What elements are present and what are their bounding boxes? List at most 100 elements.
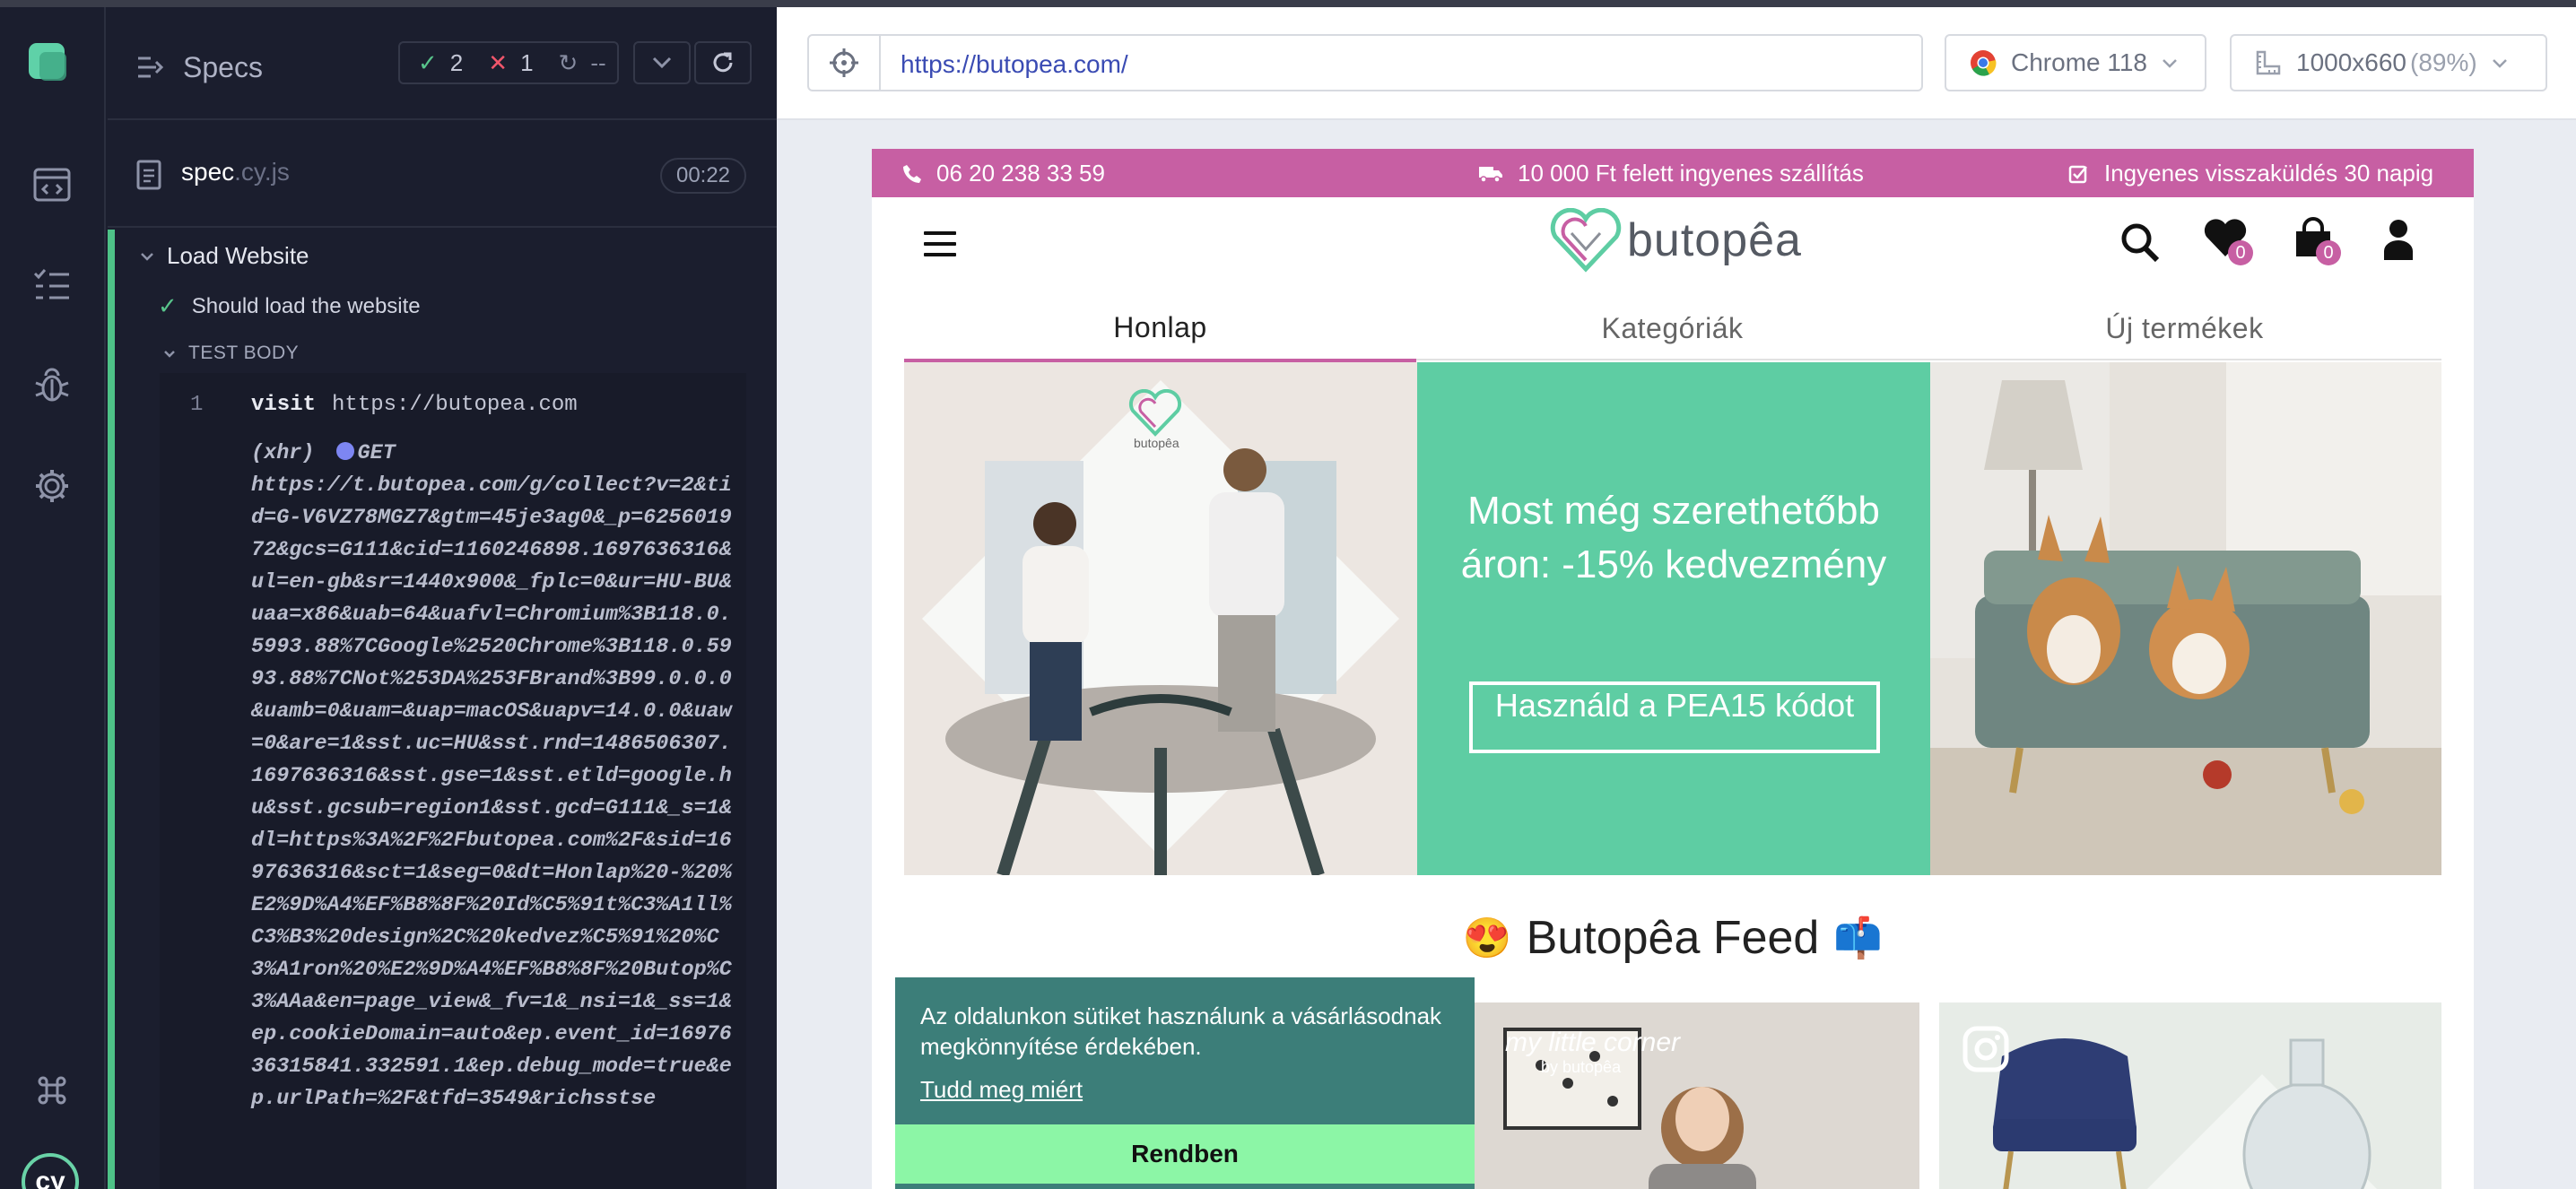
hero-couple-image[interactable]: butopêa	[904, 362, 1417, 875]
hero-title: Most még szerethetőbb áron: -15% kedvezm…	[1460, 489, 1887, 586]
feed-card-subtitle: by butopêa	[1541, 1058, 1622, 1076]
test-pass-check-icon: ✓	[158, 292, 178, 319]
feed-card-my-little-corner[interactable]: my little corner by butopêa	[1469, 1002, 1919, 1189]
app-logo-icon[interactable]	[29, 43, 66, 81]
cart-bag-icon[interactable]: 0	[2291, 217, 2341, 265]
promo-bar: 06 20 238 33 59 10 000 Ft felett ingyene…	[872, 149, 2474, 197]
command-name: visit	[251, 393, 317, 417]
pending-count: --	[590, 48, 606, 76]
hero-promo-panel: Most még szerethetőbb áron: -15% kedvezm…	[1417, 362, 1930, 875]
test-body-toggle[interactable]: TEST BODY	[163, 343, 299, 364]
visit-command[interactable]: visit https://butopea.com	[251, 393, 578, 417]
app-preview: https://butopea.com/ Chrome 118 1000x660…	[777, 7, 2576, 1189]
window-top-border	[0, 0, 2576, 7]
refresh-icon	[713, 52, 733, 73]
tab-kategoriak[interactable]: Kategóriák	[1416, 296, 1928, 360]
chevron-down-icon	[652, 56, 672, 69]
promo-returns-text: Ingyenes visszaküldés 30 napig	[2104, 160, 2434, 187]
viewport-size: 1000x660	[2296, 48, 2407, 76]
pending-spinner-icon: ↻	[558, 48, 579, 76]
xhr-log-entry[interactable]: (xhr) GET https://t.butopea.com/g/collect…	[251, 438, 735, 1115]
promo-phone-text: 06 20 238 33 59	[936, 160, 1105, 187]
cookie-learn-more-link[interactable]: Tudd meg miért	[920, 1076, 1083, 1104]
keyboard-shortcuts-icon[interactable]	[27, 1065, 77, 1115]
hero-logo-icon	[1128, 389, 1182, 437]
cookie-text: Az oldalunkon sütiket használunk a vásár…	[920, 1002, 1442, 1060]
command-log: 1 visit https://butopea.com (xhr) GET http…	[160, 373, 746, 1189]
command-arg: https://butopea.com	[332, 393, 578, 417]
url-text: https://butopea.com/	[901, 50, 1128, 78]
preview-toolbar: https://butopea.com/ Chrome 118 1000x660…	[777, 7, 2576, 120]
spec-file-ext: .cy.js	[234, 158, 290, 186]
collapse-button[interactable]	[633, 41, 691, 84]
site-logo[interactable]: butopêa	[1550, 208, 1802, 273]
feed-card-chair[interactable]	[1939, 1002, 2441, 1189]
command-line-number: 1	[190, 393, 204, 417]
chevron-down-icon	[2163, 58, 2177, 68]
specs-title-label: Specs	[183, 50, 263, 83]
cookie-banner: Az oldalunkon sütiket használunk a vásár…	[895, 977, 1475, 1189]
brand-name: butopêa	[1627, 214, 1802, 266]
cookie-accept-button[interactable]: Rendben	[895, 1124, 1475, 1184]
test-row[interactable]: ✓ Should load the website	[158, 292, 421, 320]
heart-eyes-emoji-icon: 😍	[1462, 916, 1512, 960]
test-body-label: TEST BODY	[188, 343, 300, 363]
specs-list-icon[interactable]	[27, 260, 77, 310]
debug-bug-icon[interactable]	[27, 360, 77, 411]
url-field[interactable]: https://butopea.com/	[807, 34, 1923, 91]
viewport-selector[interactable]: 1000x660 (89%)	[2230, 34, 2547, 91]
tab-honlap[interactable]: Honlap	[904, 296, 1416, 362]
heart-logo-icon	[1550, 208, 1622, 273]
selector-playground-button[interactable]	[809, 36, 881, 90]
wishlist-heart-icon[interactable]: 0	[2203, 217, 2253, 265]
suite-title: Load Website	[167, 242, 309, 269]
tab-uj-termekek[interactable]: Új termékek	[1928, 296, 2441, 360]
test-results: Load Website ✓ Should load the website T…	[108, 230, 777, 1189]
hamburger-menu-icon[interactable]	[924, 231, 956, 256]
passed-count: 2	[449, 48, 464, 76]
account-user-icon[interactable]	[2379, 217, 2424, 265]
site-header: butopêa 0 0	[872, 197, 2474, 296]
truck-icon	[1479, 166, 1502, 183]
feed-heading: 😍 Butopêa Feed 📫	[872, 911, 2474, 965]
browser-selector[interactable]: Chrome 118	[1945, 34, 2206, 91]
promo-returns: Ingyenes visszaküldés 30 napig	[2068, 160, 2433, 187]
xhr-method: GET	[357, 441, 396, 465]
feed-card-title: my little corner	[1505, 1028, 1681, 1057]
hero-banner: butopêa Most még szerethetőbb áron: -15%…	[904, 362, 2441, 875]
browser-icon[interactable]	[27, 160, 77, 210]
website-viewport: 06 20 238 33 59 10 000 Ft felett ingyene…	[872, 149, 2474, 1189]
search-icon[interactable]	[2119, 217, 2163, 265]
spec-duration: 00:22	[660, 158, 746, 194]
chrome-icon	[1971, 50, 1997, 76]
promo-phone[interactable]: 06 20 238 33 59	[902, 160, 1105, 187]
xhr-type: (xhr)	[251, 441, 315, 465]
feed-title: Butopêa Feed	[1526, 912, 1820, 964]
hero-coupon-button[interactable]: Használd a PEA15 kódot	[1469, 681, 1880, 753]
checkbox-icon	[2068, 165, 2087, 183]
settings-gear-icon[interactable]	[27, 461, 77, 511]
test-title: Should load the website	[191, 293, 421, 318]
cypress-logo: cy	[22, 1153, 79, 1189]
spec-file-row[interactable]: spec.cy.js 00:22	[108, 120, 777, 228]
crosshair-icon	[830, 48, 858, 77]
instagram-icon	[1962, 1026, 2009, 1072]
cart-count: 0	[2316, 240, 2341, 265]
suite-row[interactable]: Load Website	[140, 242, 309, 270]
xhr-status-dot-icon	[335, 442, 354, 460]
specs-menu-icon	[138, 56, 164, 78]
rerun-button[interactable]	[694, 41, 752, 84]
promo-shipping-text: 10 000 Ft felett ingyenes szállítás	[1518, 160, 1864, 187]
viewport-scale: (89%)	[2410, 48, 2477, 76]
hero-dogs-image[interactable]	[1930, 362, 2441, 875]
spec-runner-panel: Specs ✓ 2 ✕ 1 ↻ -- spec.cy.js 00:22 Load…	[108, 7, 777, 1189]
chevron-down-icon	[164, 350, 175, 358]
failed-x-icon: ✕	[488, 48, 509, 76]
specs-title[interactable]: Specs	[136, 45, 263, 90]
wishlist-count: 0	[2228, 240, 2253, 265]
hero-logo-text: butopêa	[1134, 436, 1179, 450]
runner-nav-rail: cy	[0, 7, 106, 1189]
spec-file-name: spec.cy.js	[181, 158, 290, 187]
spec-file-basename: spec	[181, 158, 235, 186]
suite-status-bar	[108, 230, 115, 1189]
